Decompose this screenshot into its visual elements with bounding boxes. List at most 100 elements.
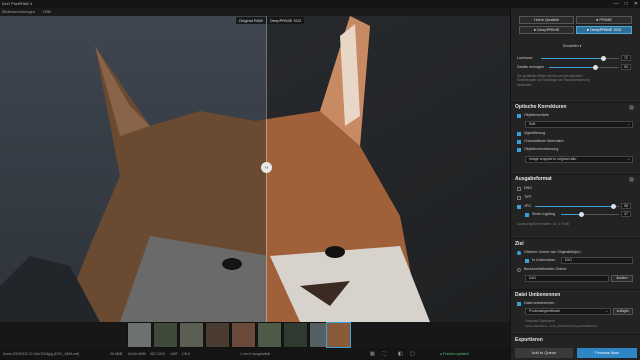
jpg-label: JPG (524, 204, 531, 208)
add-to-queue-button[interactable]: Add to Queue (515, 348, 573, 358)
thumbnail[interactable] (127, 322, 152, 348)
subfolder-checkbox[interactable] (525, 259, 529, 263)
thumbnail[interactable] (205, 322, 230, 348)
menu-item-help[interactable]: Hilfe (43, 8, 51, 16)
thumbnail[interactable] (283, 322, 308, 348)
details-label: Details erzeugen (517, 65, 544, 69)
custom-folder-value: DxO (529, 276, 536, 280)
luminanz-slider[interactable] (541, 56, 619, 61)
export-header: Exportieren (515, 337, 543, 343)
single-view-icon[interactable]: ▢ (410, 348, 415, 360)
window-controls: — □ ✕ (614, 0, 638, 8)
info-icon[interactable] (629, 177, 634, 182)
quality-option-high[interactable]: Hohe Qualität (519, 16, 574, 24)
rename-checkbox[interactable] (517, 302, 521, 306)
grid-view-icon[interactable]: ▦ (370, 348, 375, 360)
custom-folder-label: Benutzerdefinierter Ordner (524, 267, 567, 271)
details-value[interactable]: 90 (621, 64, 631, 70)
chromatic-checkbox[interactable] (517, 140, 521, 144)
output-header[interactable]: Ausgabeformat (515, 176, 552, 182)
slider-knob[interactable] (593, 65, 598, 70)
status-aperture: ƒ/5.6 (182, 352, 190, 356)
status-selection: 1 von 9 ausgewählt (240, 352, 271, 356)
distortion-label: Objektivverzeichnung (524, 147, 559, 151)
quality-option-deepprime[interactable]: ● DeepPRIME (519, 26, 574, 34)
distortion-checkbox[interactable] (517, 148, 521, 152)
chevron-down-icon: ⌄ (605, 309, 608, 313)
custom-folder-input[interactable]: DxO (525, 275, 609, 282)
maximize-icon[interactable]: □ (625, 0, 628, 8)
smart-lighting-checkbox[interactable] (525, 213, 529, 217)
vignetting-checkbox[interactable] (517, 132, 521, 136)
rename-label: Datei umbenennen (524, 301, 555, 305)
tiff-checkbox[interactable] (517, 196, 521, 200)
same-folder-label: Gleicher Ordner wie Originalbild(er) (524, 250, 581, 254)
quality-option-prime[interactable]: ● PRIME (576, 16, 632, 24)
subfolder-label: In Unterordner (532, 258, 556, 262)
chevron-down-icon: ⌄ (627, 157, 630, 161)
status-bar: fuchs-20230910 31 Mai 2024jpg (DSC_3456.… (0, 348, 510, 360)
lens-softness-select[interactable]: Soft ⌄ (525, 121, 633, 128)
menu-item-collections[interactable]: Bildersammlungen (2, 8, 35, 16)
details-slider[interactable] (549, 65, 619, 70)
slider-knob[interactable] (579, 212, 584, 217)
slider-knob[interactable] (611, 204, 616, 209)
thumbnail[interactable] (153, 322, 178, 348)
same-folder-radio[interactable] (517, 251, 521, 255)
vignetting-label: Vignettierung (524, 131, 546, 135)
preview-status: ● Preview updated (440, 352, 470, 356)
luminanz-value[interactable]: 72 (621, 55, 631, 61)
rename-method-select[interactable]: Prozessingmethode ⌄ (525, 308, 611, 315)
info-icon[interactable] (629, 105, 634, 110)
lens-softness-checkbox[interactable] (517, 114, 521, 118)
quality-option-deepprime-xd2[interactable]: ● DeepPRIME XD2 (576, 26, 632, 34)
rename-apply-button[interactable]: anfügen (613, 308, 633, 315)
filename-preview-label: Vorschau Dateiname (525, 319, 555, 323)
chevron-down-icon: ⌄ (627, 122, 630, 126)
optics-header[interactable]: Optische Korrekturen (515, 104, 566, 110)
smart-lighting-label: Smart Lighting (532, 212, 556, 216)
lens-softness-value: Soft (529, 122, 536, 126)
settings-panel: Hohe Qualität ● PRIME ● DeepPRIME ● Deep… (510, 8, 640, 360)
status-shutter: 1/60" (170, 352, 179, 356)
app-window: DxO PureRAW 4 — □ ✕ Bildersammlungen Hil… (0, 0, 640, 360)
target-header[interactable]: Ziel (515, 241, 524, 247)
custom-folder-radio[interactable] (517, 268, 521, 272)
denoise-hint: Die gewählten Bilder werden mit den aktu… (517, 74, 590, 87)
jpg-checkbox[interactable] (517, 205, 521, 209)
compare-view-icon[interactable]: ◧ (398, 348, 403, 360)
fit-view-icon[interactable]: ⛶ (382, 348, 386, 360)
dng-label: DNG (524, 186, 532, 190)
thumbnail[interactable] (231, 322, 256, 348)
close-icon[interactable]: ✕ (634, 0, 638, 8)
luminanz-label: Luminanz (517, 56, 533, 60)
slider-knob[interactable] (601, 56, 606, 61)
title-bar: DxO PureRAW 4 — □ ✕ (0, 0, 640, 8)
minimize-icon[interactable]: — (614, 0, 619, 8)
browse-folder-button[interactable]: Ändern (611, 275, 633, 282)
subfolder-input[interactable]: DxO (561, 257, 633, 264)
process-now-button[interactable]: Process Now (577, 348, 637, 358)
rename-header[interactable]: Datei Umbenennen (515, 292, 560, 298)
smart-lighting-value[interactable]: 37 (621, 211, 631, 217)
compare-handle[interactable]: ‹› (261, 162, 272, 173)
status-size: 26.0MB (110, 352, 123, 356)
settings-toggle[interactable]: Einstellen ▾ (563, 44, 581, 48)
status-dimensions: 6144×4096 (128, 352, 146, 356)
thumbnail[interactable] (179, 322, 204, 348)
rename-method-value: Prozessingmethode (529, 309, 560, 313)
status-filename: fuchs-20230910 31 Mai 2024jpg (DSC_3456.… (3, 352, 80, 356)
image-viewer[interactable]: ‹› Original RAW DeepPRIME XD2 (0, 16, 510, 322)
jpg-quality-slider[interactable] (535, 204, 619, 209)
smart-lighting-slider[interactable] (561, 212, 619, 217)
dng-checkbox[interactable] (517, 187, 521, 191)
filename-preview-value: fuchs-20230910 - von8_PRIMEXD2(DeepPRIME… (525, 324, 598, 328)
distortion-value: Image cropped to original ratio (529, 157, 577, 161)
distortion-select[interactable]: Image cropped to original ratio ⌄ (525, 156, 633, 163)
thumbnail[interactable] (257, 322, 282, 348)
subfolder-value: DxO (565, 258, 572, 262)
compare-labels: Original RAW DeepPRIME XD2 (236, 17, 305, 24)
jpg-quality-value[interactable]: 95 (621, 203, 631, 209)
thumbnail-selected[interactable] (326, 322, 351, 348)
fox-photo (0, 16, 510, 322)
